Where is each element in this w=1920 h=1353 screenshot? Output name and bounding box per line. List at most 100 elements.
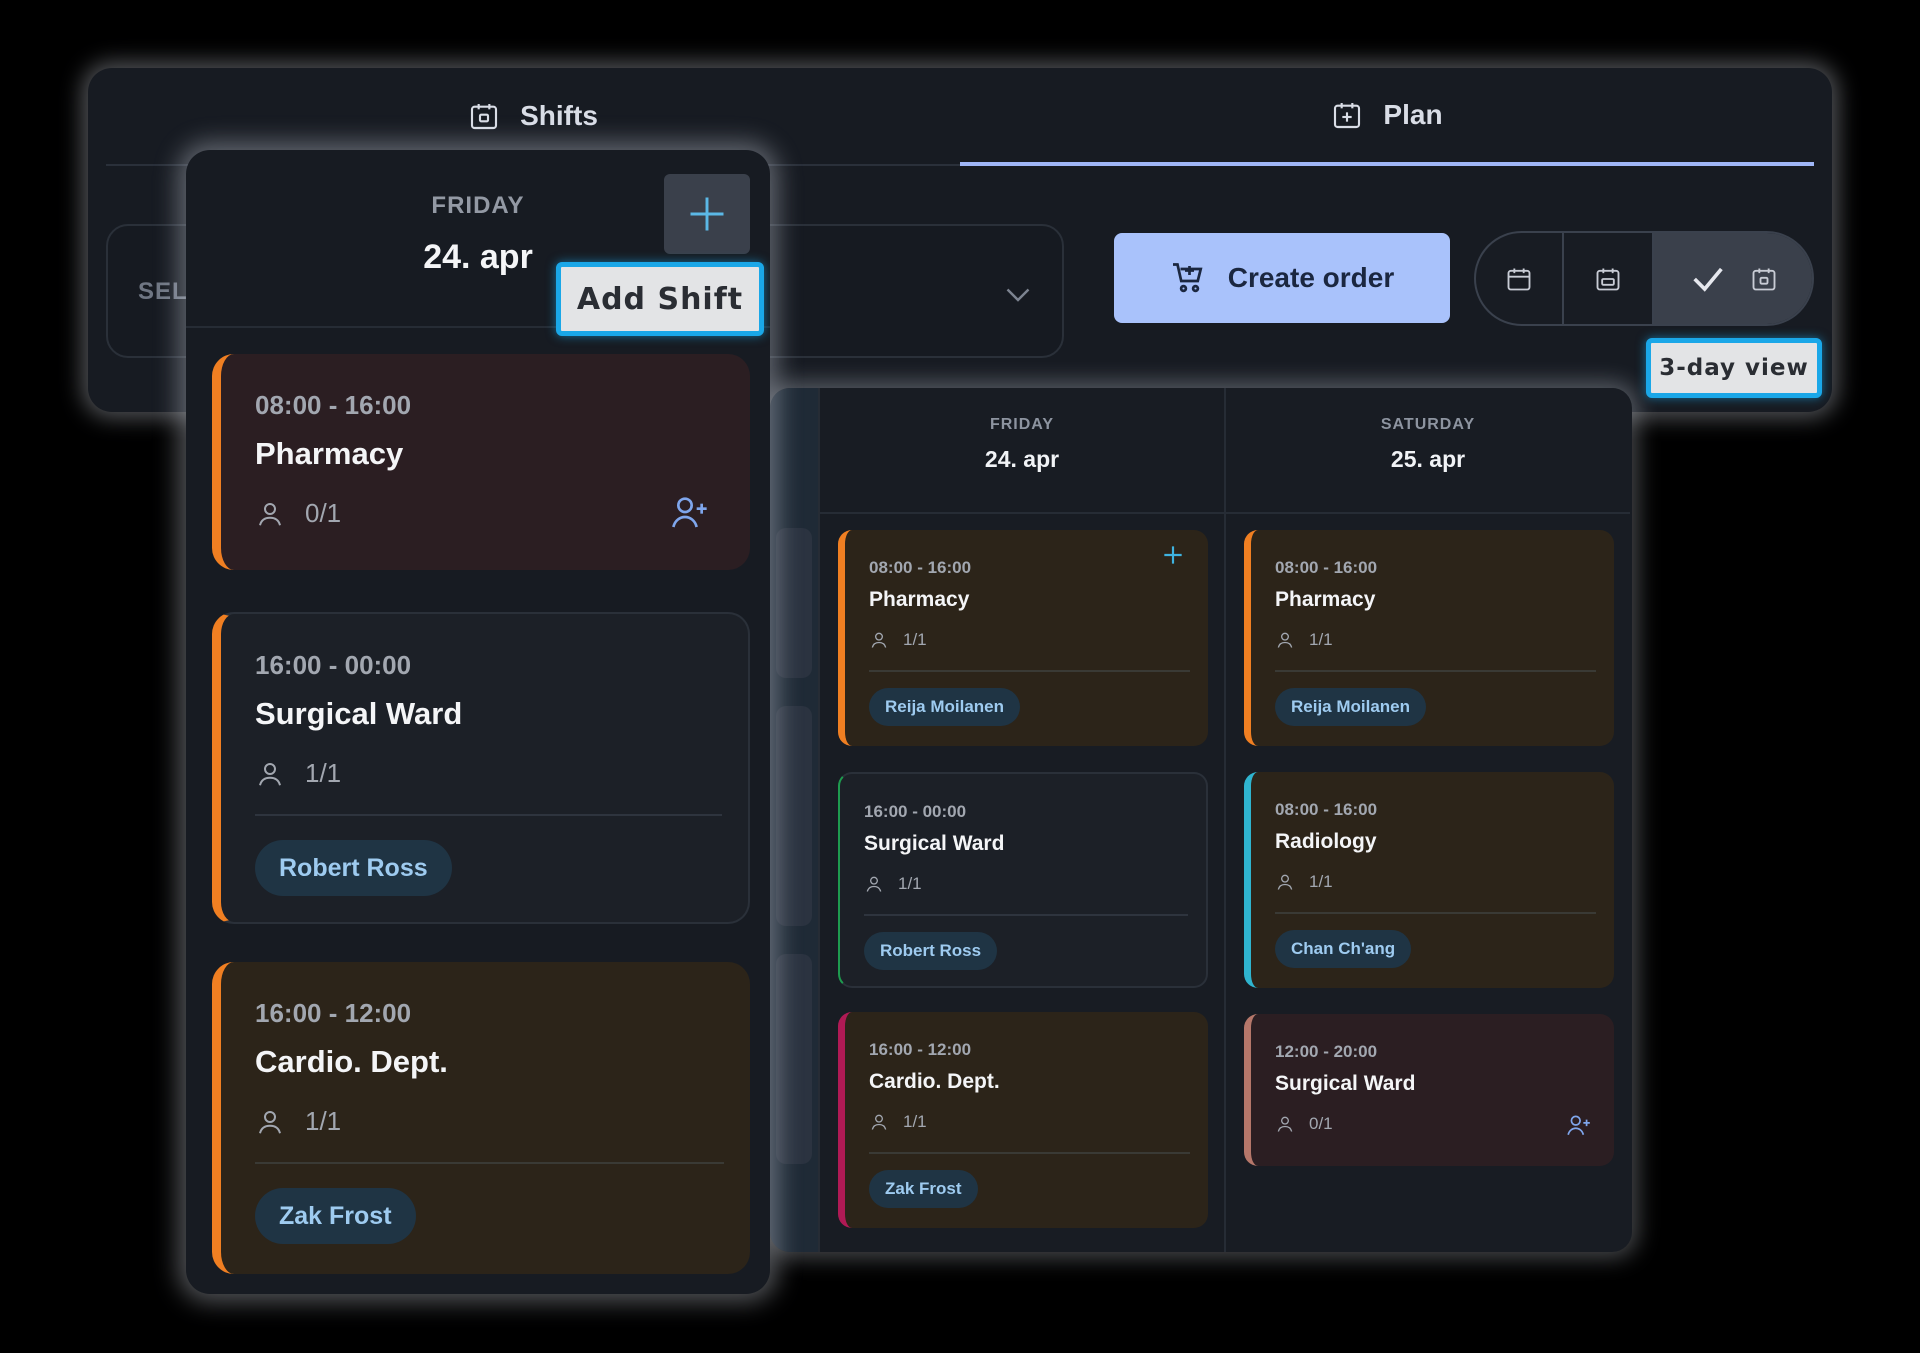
staffing-count: 1/1	[305, 758, 342, 788]
staffing-count: 1/1	[898, 874, 922, 893]
chevron-down-icon	[1006, 288, 1030, 302]
column-date: 25. apr	[1390, 446, 1466, 472]
divider	[1275, 670, 1596, 672]
ghost-card	[776, 528, 812, 678]
shift-time: 12:00 - 20:00	[1275, 1042, 1378, 1061]
shift-time: 08:00 - 16:00	[255, 390, 412, 420]
column-date: 24. apr	[984, 446, 1060, 472]
staffing-count: 0/1	[305, 498, 342, 528]
divider	[869, 1152, 1190, 1154]
calendar-week-icon	[1596, 268, 1620, 290]
shift-staffing: 0/1	[1275, 1114, 1333, 1134]
stage: Shifts Plan SEL Create order FRIDAY 24. …	[0, 0, 1920, 1353]
staffing-count: 0/1	[1309, 1114, 1333, 1133]
calendar-column-saturday: SATURDAY 25. apr 08:00 - 16:00 Pharmacy …	[1224, 388, 1630, 1252]
month-view-button[interactable]	[1476, 233, 1564, 324]
shift-card[interactable]: 16:00 - 00:00 Surgical Ward 1/1 Robert R…	[838, 772, 1208, 988]
week-view-button[interactable]	[1564, 233, 1654, 324]
shift-card[interactable]: 08:00 - 16:00 Pharmacy 1/1 Reija Moilane…	[1244, 530, 1614, 746]
assigned-person-chip[interactable]: Robert Ross	[864, 932, 998, 970]
staffing-count: 1/1	[903, 1112, 927, 1131]
create-order-label: Create order	[1227, 262, 1395, 293]
shift-time: 16:00 - 00:00	[864, 802, 967, 821]
add-person-icon[interactable]	[670, 492, 710, 532]
shift-card[interactable]: 08:00 - 16:00 Pharmacy 1/1 Reija Moilane…	[838, 530, 1208, 746]
shift-staffing: 1/1	[1275, 630, 1333, 650]
shift-staffing: 0/1	[255, 498, 341, 529]
shift-time: 16:00 - 12:00	[869, 1040, 972, 1059]
shift-name: Surgical Ward	[864, 832, 1005, 855]
person-icon	[1277, 1116, 1293, 1132]
shift-staffing: 1/1	[864, 874, 922, 894]
shift-name: Surgical Ward	[1275, 1072, 1416, 1095]
shift-card[interactable]: 16:00 - 12:00 Cardio. Dept. 1/1 Zak Fros…	[838, 1012, 1208, 1228]
column-header: FRIDAY 24. apr	[820, 388, 1224, 514]
shift-name: Cardio. Dept.	[255, 1044, 448, 1079]
view-switch	[1474, 231, 1814, 326]
three-day-view-tooltip: 3-day view	[1646, 338, 1822, 398]
shift-name: Surgical Ward	[255, 696, 463, 731]
shift-name: Pharmacy	[1275, 588, 1376, 611]
calendar-plus-icon	[1334, 103, 1361, 129]
check-icon	[1693, 267, 1723, 292]
column-day: FRIDAY	[989, 416, 1055, 433]
shift-name: Cardio. Dept.	[869, 1070, 1000, 1093]
person-icon	[259, 1110, 281, 1134]
three-day-view-button[interactable]	[1654, 233, 1812, 324]
assigned-person-chip[interactable]: Zak Frost	[255, 1188, 416, 1244]
calendar-day-icon	[471, 104, 498, 130]
shift-time: 08:00 - 16:00	[869, 558, 972, 577]
person-icon	[871, 1114, 887, 1130]
assigned-person-chip[interactable]: Reija Moilanen	[1275, 688, 1427, 726]
plus-icon	[690, 197, 724, 231]
column-day: SATURDAY	[1380, 416, 1476, 433]
shift-staffing: 1/1	[869, 1112, 927, 1132]
assigned-person-chip[interactable]: Zak Frost	[869, 1170, 978, 1208]
calendar-icon	[1507, 268, 1531, 290]
add-shift-tooltip: Add Shift	[556, 262, 764, 336]
person-icon	[1277, 632, 1293, 648]
assigned-person-chip[interactable]: Robert Ross	[255, 840, 452, 896]
plus-icon[interactable]	[1160, 542, 1186, 568]
select-placeholder: SEL	[138, 278, 188, 305]
shift-card[interactable]: 12:00 - 20:00 Surgical Ward 0/1	[1244, 1014, 1614, 1166]
cart-plus-icon	[1172, 263, 1203, 293]
shift-time: 16:00 - 00:00	[255, 650, 412, 680]
add-shift-button[interactable]	[664, 174, 750, 254]
shift-card[interactable]: 16:00 - 00:00 Surgical Ward 1/1 Robert R…	[212, 612, 750, 924]
create-order-button[interactable]: Create order	[1114, 233, 1450, 323]
three-day-calendar: FRIDAY 24. apr 08:00 - 16:00 Pharmacy 1/…	[770, 388, 1632, 1252]
divider	[255, 1162, 724, 1164]
person-icon	[1277, 874, 1293, 890]
assigned-person-chip[interactable]: Chan Ch'ang	[1275, 930, 1412, 968]
shift-staffing: 1/1	[255, 758, 341, 789]
divider	[869, 670, 1190, 672]
shift-card[interactable]: 08:00 - 16:00 Radiology 1/1 Chan Ch'ang	[1244, 772, 1614, 988]
calendar-day-icon	[1752, 268, 1776, 290]
person-icon	[259, 502, 281, 526]
shift-card[interactable]: 08:00 - 16:00 Pharmacy 0/1	[212, 354, 750, 570]
shift-name: Pharmacy	[255, 436, 404, 471]
shift-time: 16:00 - 12:00	[255, 998, 412, 1028]
person-icon	[259, 762, 281, 786]
tab-plan[interactable]: Plan	[960, 68, 1814, 166]
ghost-card	[776, 954, 812, 1164]
shift-staffing: 1/1	[1275, 872, 1333, 892]
shift-card[interactable]: 16:00 - 12:00 Cardio. Dept. 1/1 Zak Fros…	[212, 962, 750, 1274]
divider	[255, 814, 722, 816]
staffing-count: 1/1	[903, 630, 927, 649]
staffing-count: 1/1	[1309, 630, 1333, 649]
add-person-icon[interactable]	[1566, 1112, 1592, 1138]
calendar-column-friday: FRIDAY 24. apr 08:00 - 16:00 Pharmacy 1/…	[818, 388, 1224, 1252]
staffing-count: 1/1	[1309, 872, 1333, 891]
shift-staffing: 1/1	[255, 1106, 341, 1137]
calendar-previous-day-strip	[770, 388, 818, 1252]
tab-plan-label: Plan	[1383, 99, 1443, 130]
column-header: SATURDAY 25. apr	[1226, 388, 1630, 514]
day-detail-panel: FRIDAY 24. apr 08:00 - 16:00 Pharmacy 0/…	[186, 150, 770, 1294]
divider	[1275, 912, 1596, 914]
shift-time: 08:00 - 16:00	[1275, 800, 1378, 819]
tab-shifts-label: Shifts	[520, 100, 598, 131]
staffing-count: 1/1	[305, 1106, 342, 1136]
assigned-person-chip[interactable]: Reija Moilanen	[869, 688, 1021, 726]
